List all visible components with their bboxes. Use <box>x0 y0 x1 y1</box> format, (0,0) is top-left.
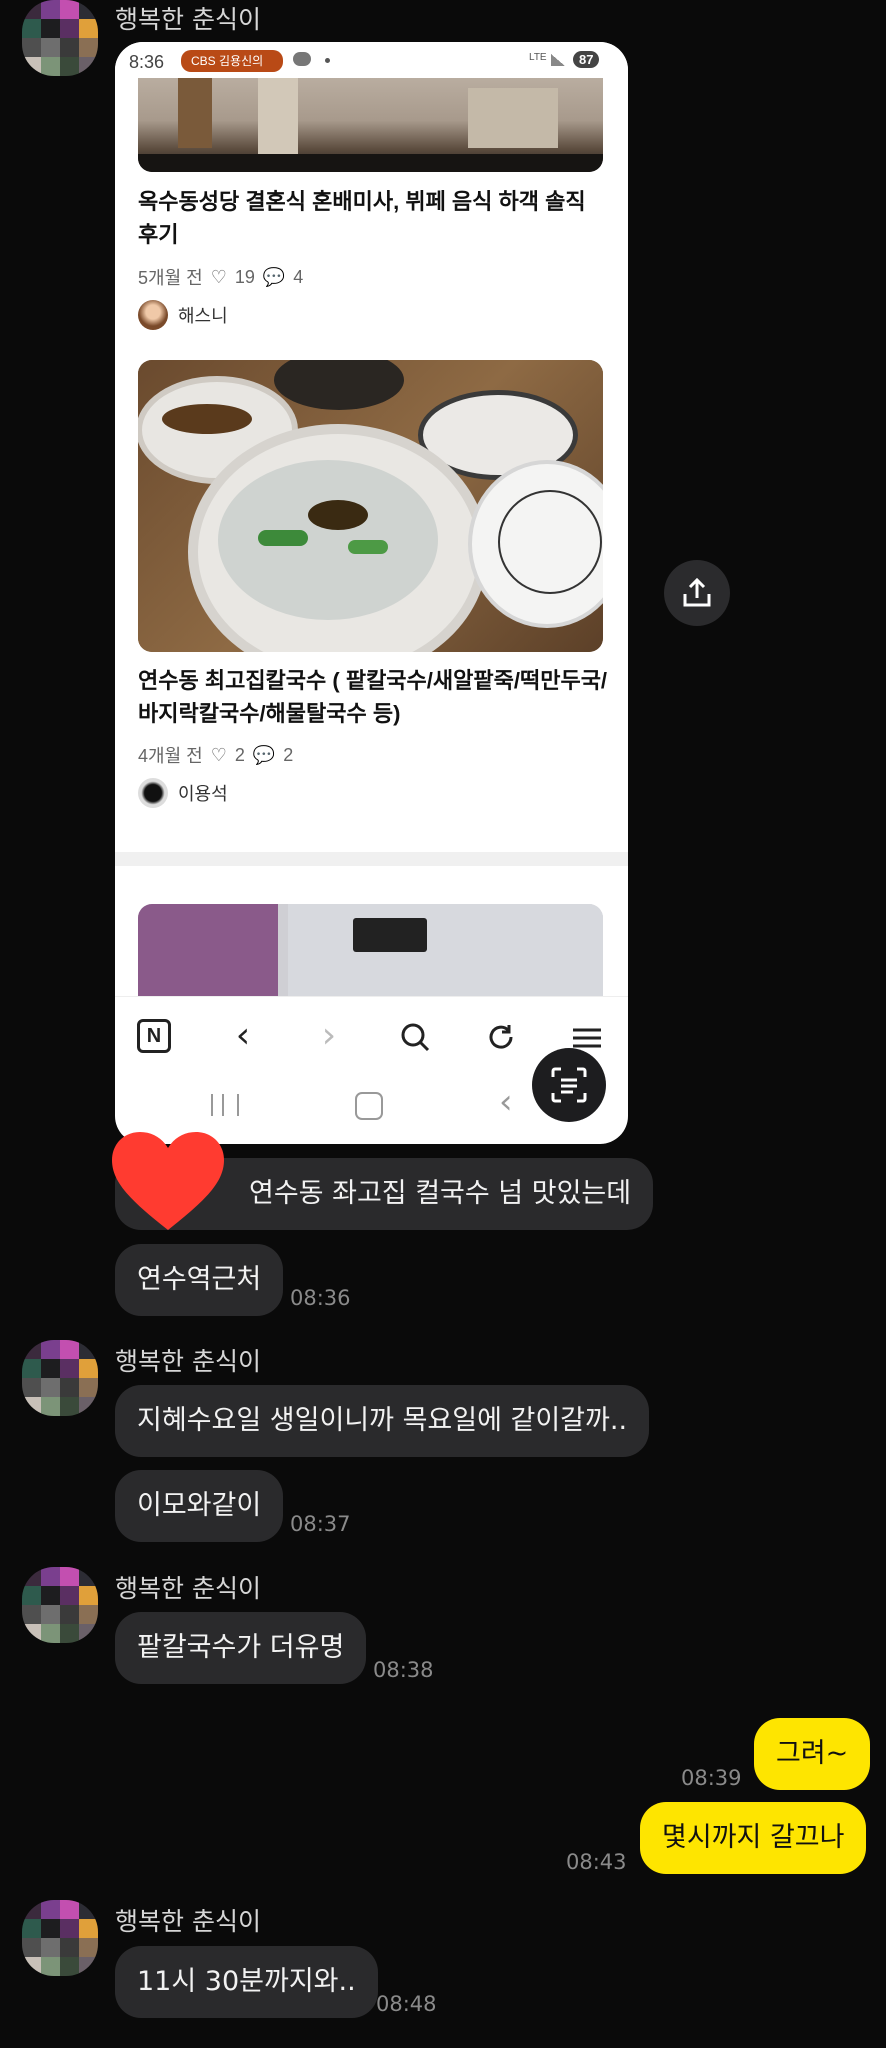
avatar[interactable] <box>22 0 98 76</box>
message-time: 08:39 <box>681 1766 742 1790</box>
status-time: 8:36 <box>129 52 165 72</box>
post-image[interactable] <box>138 78 603 172</box>
dot-icon <box>325 58 330 63</box>
sender-name: 행복한 춘식이 <box>115 1347 261 1376</box>
comment-icon: 💬 <box>262 266 286 287</box>
like-icon: ♡ <box>210 266 227 287</box>
sender-name: 행복한 춘식이 <box>115 1574 261 1603</box>
like-count: 19 <box>234 266 255 287</box>
post-age: 5개월 전 <box>138 268 203 288</box>
post-author[interactable]: 해스니 <box>138 300 228 330</box>
nav-back-icon[interactable]: ‹ <box>499 1082 513 1122</box>
post-image[interactable] <box>138 360 603 652</box>
post-image[interactable] <box>138 904 603 996</box>
message-bubble[interactable]: 11시 30분까지와.. <box>115 1946 378 2018</box>
comment-count: 4 <box>293 266 304 287</box>
author-avatar <box>138 778 168 808</box>
forward-icon[interactable]: › <box>309 1015 349 1056</box>
message-bubble[interactable]: 연수역근처 <box>115 1244 284 1316</box>
message-bubble[interactable]: 그려~ <box>754 1718 871 1790</box>
message-bubble[interactable]: 팥칼국수가 더유명 <box>115 1612 367 1684</box>
message-bubble[interactable]: 지혜수요일 생일이니까 목요일에 같이갈까.. <box>115 1385 650 1457</box>
divider <box>115 852 628 866</box>
avatar[interactable] <box>22 1340 98 1416</box>
refresh-icon[interactable] <box>481 1017 521 1057</box>
signal-icon <box>551 54 565 66</box>
avatar[interactable] <box>22 1900 98 1976</box>
status-net: LTE <box>529 52 547 63</box>
author-name: 해스니 <box>178 306 228 326</box>
post-author[interactable]: 이용석 <box>138 778 228 808</box>
back-icon[interactable]: ‹ <box>223 1015 263 1056</box>
post-title[interactable]: 옥수동성당 결혼식 혼배미사, 뷔페 음식 하객 솔직 후기 <box>138 185 608 251</box>
share-icon[interactable] <box>664 560 730 626</box>
message-bubble[interactable]: 몇시까지 갈끄나 <box>640 1802 867 1874</box>
author-name: 이용석 <box>178 784 228 804</box>
like-count: 2 <box>234 744 245 765</box>
text-scan-icon[interactable] <box>532 1048 606 1122</box>
naver-icon[interactable]: N <box>137 1019 171 1053</box>
shared-screenshot[interactable]: 8:36 CBS 김용신의 LTE 87 옥수동성당 결혼식 혼배미사, 뷔페 … <box>115 42 628 1144</box>
sender-name: 행복한 춘식이 <box>115 1907 261 1936</box>
post-title[interactable]: 연수동 최고집칼국수 ( 팥칼국수/새알팥죽/떡만두국/바지락칼국수/해물탈국수… <box>138 664 608 730</box>
sender-name: 행복한 춘식이 <box>115 5 261 34</box>
heart-reaction-icon[interactable] <box>110 1130 226 1238</box>
message-time: 08:38 <box>373 1658 434 1682</box>
status-battery: 87 <box>573 51 600 68</box>
like-icon: ♡ <box>210 744 227 765</box>
home-icon[interactable] <box>355 1092 383 1120</box>
comment-count: 2 <box>283 744 294 765</box>
avatar[interactable] <box>22 1567 98 1643</box>
message-time: 08:36 <box>290 1286 351 1310</box>
recent-apps-icon[interactable] <box>211 1094 239 1116</box>
search-icon[interactable] <box>395 1017 435 1057</box>
message-time: 08:37 <box>290 1512 351 1536</box>
post-meta: 5개월 전 ♡ 19 💬 4 <box>138 264 303 290</box>
author-avatar <box>138 300 168 330</box>
comment-icon: 💬 <box>252 744 276 765</box>
message-time: 08:48 <box>376 1992 437 2016</box>
post-age: 4개월 전 <box>138 746 203 766</box>
message-time: 08:43 <box>566 1850 627 1874</box>
recent-apps-icon-mid <box>222 1094 224 1116</box>
message-bubble[interactable]: 이모와같이 <box>115 1470 284 1542</box>
chat-bubble-icon <box>293 52 311 66</box>
post-meta: 4개월 전 ♡ 2 💬 2 <box>138 742 293 768</box>
status-badge: CBS 김용신의 <box>181 50 283 72</box>
